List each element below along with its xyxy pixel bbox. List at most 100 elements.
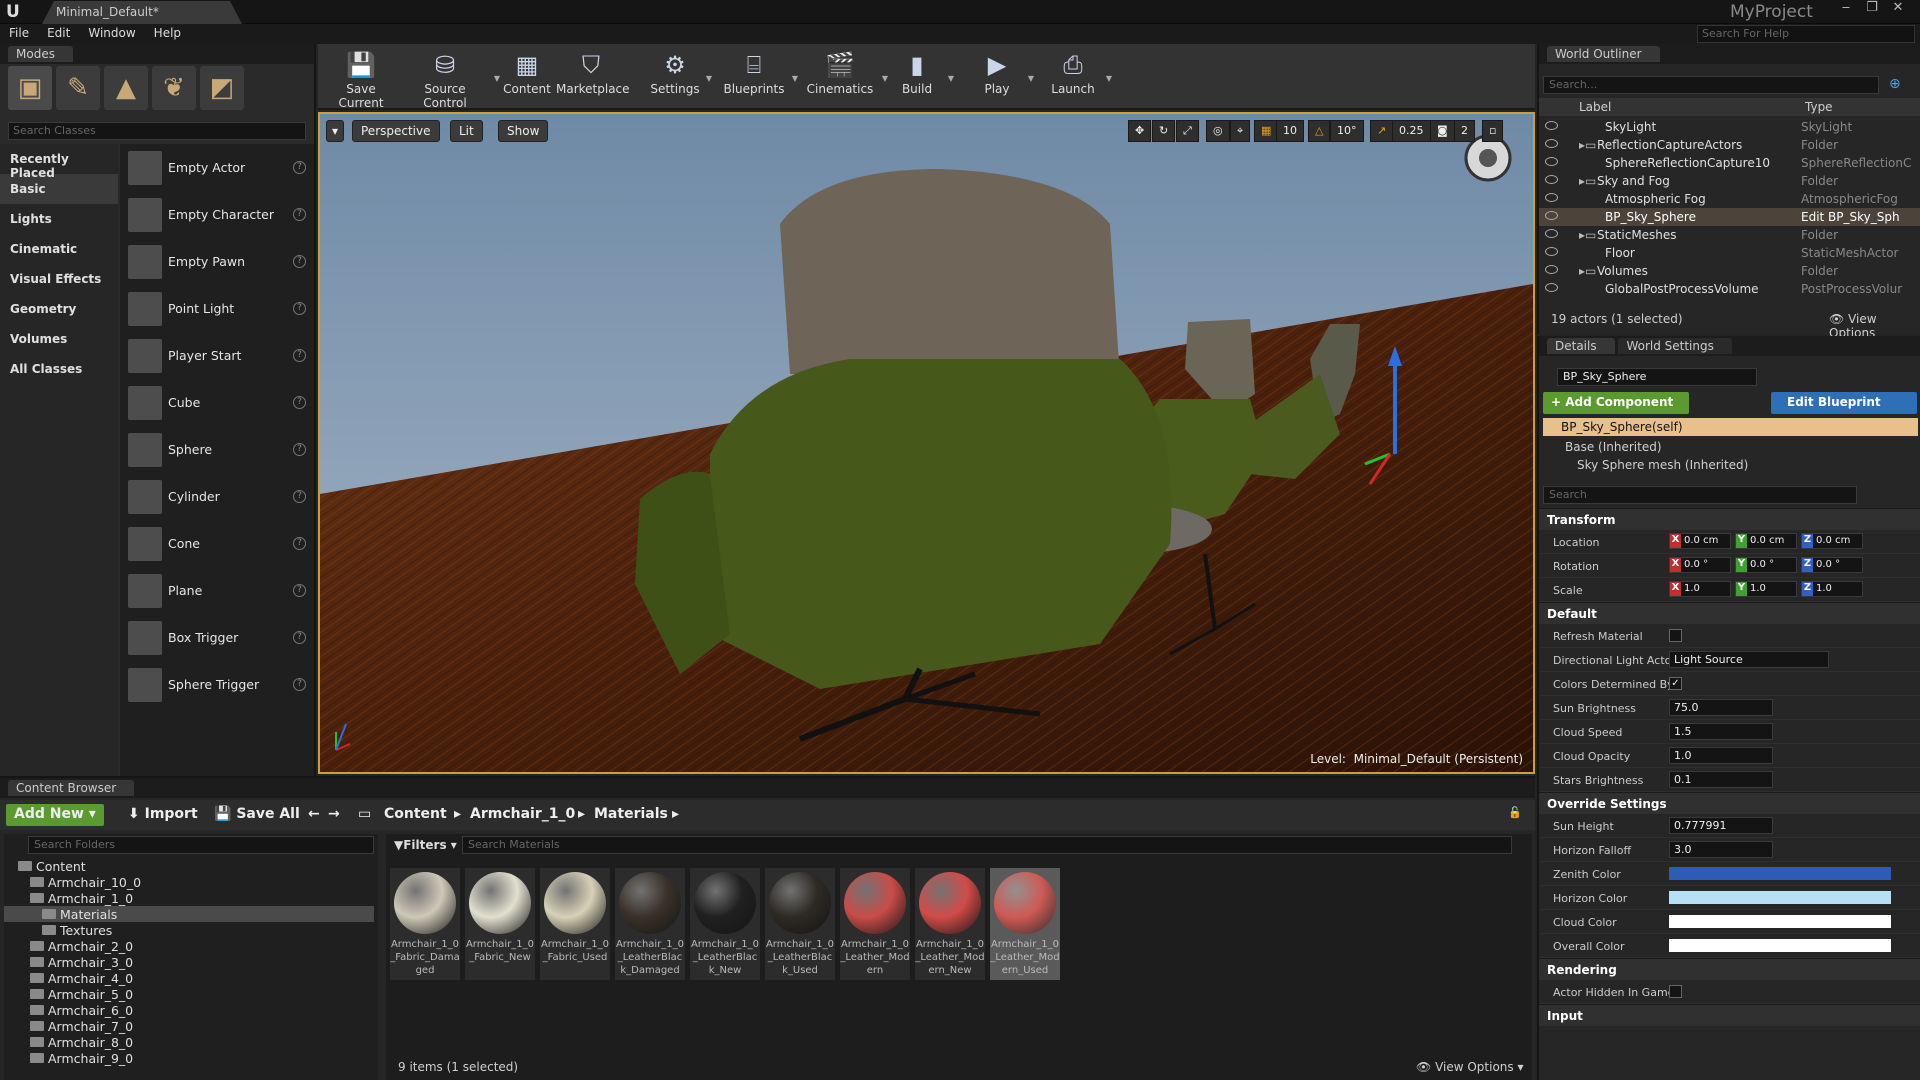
category-visual-effects[interactable]: Visual Effects — [0, 264, 118, 294]
scale-snap-value[interactable]: 0.25 — [1392, 120, 1431, 142]
column-type[interactable]: Type — [1805, 100, 1833, 114]
breadcrumb-content[interactable]: Content — [376, 804, 455, 826]
asset-tile[interactable]: Armchair_1_0_Leather_Modern — [840, 868, 910, 980]
stars-brightness-field[interactable]: 0.1 — [1669, 771, 1773, 788]
save-all-button[interactable]: 💾 Save All — [206, 804, 308, 826]
tab-details[interactable]: Details — [1547, 338, 1615, 354]
rotation-snap-icon[interactable]: △ — [1308, 120, 1331, 142]
launch-button[interactable]: ⎙ Launch ▼ — [1046, 48, 1112, 106]
folder-item[interactable]: Textures — [4, 922, 374, 938]
edit-blueprint-link[interactable]: Edit BP_Sky_Sph — [1801, 210, 1900, 224]
folder-item[interactable]: Armchair_6_0 — [4, 1002, 374, 1018]
surface-snap-icon[interactable]: ⌖ — [1230, 120, 1251, 142]
lit-button[interactable]: Lit — [450, 120, 483, 142]
cloud-color-swatch[interactable] — [1669, 915, 1891, 928]
category-lights[interactable]: Lights — [0, 204, 118, 234]
search-materials-input[interactable]: Search Materials — [462, 836, 1512, 854]
rotate-tool-icon[interactable]: ↻ — [1152, 120, 1176, 142]
cb-view-options-button[interactable]: 👁 View Options ▾ — [1416, 1060, 1524, 1074]
settings-button[interactable]: ⚙ Settings ▼ — [650, 48, 712, 106]
help-icon[interactable]: ? — [293, 302, 306, 315]
asset-tile[interactable]: Armchair_1_0_Fabric_Damaged — [390, 868, 460, 980]
list-item[interactable]: SphereReflectionCapture10 SphereReflectio… — [1539, 154, 1920, 172]
place-item-cube[interactable]: Cube? — [120, 379, 314, 426]
list-item[interactable]: ▸▭ Volumes Folder — [1539, 262, 1920, 280]
folder-item[interactable]: Armchair_2_0 — [4, 938, 374, 954]
breadcrumb-armchair[interactable]: Armchair_1_0 — [462, 804, 583, 826]
translate-tool-icon[interactable]: ✥ — [1128, 120, 1152, 142]
scale-tool-icon[interactable]: ⤢ — [1176, 120, 1199, 142]
section-transform[interactable]: Transform — [1539, 508, 1920, 530]
category-volumes[interactable]: Volumes — [0, 324, 118, 354]
list-item[interactable]: ▸▭ StaticMeshes Folder — [1539, 226, 1920, 244]
cloud-speed-field[interactable]: 1.5 — [1669, 723, 1773, 740]
maximize-icon[interactable]: ❐ — [1860, 1, 1884, 17]
rotation-x[interactable]: X 0.0 ° — [1669, 557, 1731, 573]
chevron-down-icon[interactable]: ▼ — [792, 74, 798, 83]
list-item-selected[interactable]: BP_Sky_Sphere Edit BP_Sky_Sph — [1539, 208, 1920, 226]
horizon-falloff-field[interactable]: 3.0 — [1669, 841, 1773, 858]
eye-icon[interactable] — [1545, 121, 1558, 130]
forward-arrow-icon[interactable]: → — [320, 804, 348, 826]
rotation-z[interactable]: Z 0.0 ° — [1801, 557, 1863, 573]
section-input[interactable]: Input — [1539, 1004, 1920, 1026]
play-button[interactable]: ▶ Play ▼ — [972, 48, 1034, 106]
asset-tile[interactable]: Armchair_1_0_LeatherBlack_New — [690, 868, 760, 980]
menu-help[interactable]: Help — [145, 24, 190, 42]
folder-item[interactable]: Armchair_9_0 — [4, 1050, 374, 1066]
viewport-options-button[interactable]: ▾ — [326, 120, 345, 142]
category-all-classes[interactable]: All Classes — [0, 354, 118, 384]
folder-item[interactable]: Armchair_7_0 — [4, 1018, 374, 1034]
tab-content-browser[interactable]: Content Browser — [8, 780, 135, 796]
tab-world-settings[interactable]: World Settings — [1618, 338, 1732, 354]
paint-mode-icon[interactable]: ✎ — [56, 66, 100, 110]
refresh-material-checkbox[interactable] — [1669, 629, 1682, 642]
section-rendering[interactable]: Rendering — [1539, 958, 1920, 980]
asset-tile[interactable]: Armchair_1_0_Fabric_New — [465, 868, 535, 980]
eye-icon[interactable] — [1545, 139, 1558, 148]
help-icon[interactable]: ? — [293, 396, 306, 409]
save-current-button[interactable]: 💾 Save Current — [324, 48, 398, 110]
scale-x[interactable]: X 1.0 — [1669, 581, 1731, 597]
sun-height-field[interactable]: 0.777991 — [1669, 817, 1773, 834]
asset-tile[interactable]: Armchair_1_0_Fabric_Used — [540, 868, 610, 980]
help-icon[interactable]: ? — [293, 208, 306, 221]
eye-icon[interactable] — [1545, 175, 1558, 184]
tab-modes[interactable]: Modes — [8, 46, 73, 62]
location-y[interactable]: Y 0.0 cm — [1735, 533, 1797, 549]
menu-edit[interactable]: Edit — [38, 24, 79, 42]
tab-world-outliner[interactable]: World Outliner — [1547, 46, 1660, 62]
breadcrumb-materials[interactable]: Materials — [586, 804, 676, 826]
search-folders-input[interactable]: Search Folders — [28, 836, 374, 854]
column-label[interactable]: Label — [1579, 100, 1611, 114]
unreal-logo-icon[interactable]: U — [6, 2, 26, 22]
eye-icon[interactable] — [1545, 247, 1558, 256]
list-item[interactable]: ▸▭ ReflectionCaptureActors Folder — [1539, 136, 1920, 154]
landscape-mode-icon[interactable]: ▲ — [104, 66, 148, 110]
cinematics-button[interactable]: 🎬 Cinematics ▼ — [804, 48, 888, 106]
place-item-cone[interactable]: Cone? — [120, 520, 314, 567]
place-item-sphere-trigger[interactable]: Sphere Trigger? — [120, 661, 314, 708]
sun-brightness-field[interactable]: 75.0 — [1669, 699, 1773, 716]
level-tab[interactable]: Minimal_Default* — [42, 1, 242, 24]
asset-tile-selected[interactable]: Armchair_1_0_Leather_Modern_Used — [990, 868, 1060, 980]
outliner-search-input[interactable]: Search... — [1543, 76, 1879, 94]
minimize-icon[interactable]: ‒ — [1834, 1, 1858, 17]
place-mode-icon[interactable]: ▣ — [8, 66, 52, 110]
eye-icon[interactable] — [1545, 265, 1558, 274]
list-item[interactable]: GlobalPostProcessVolume PostProcessVolur — [1539, 280, 1920, 298]
world-local-icon[interactable]: ◎ — [1206, 120, 1230, 142]
place-item-sphere[interactable]: Sphere? — [120, 426, 314, 473]
place-item-point-light[interactable]: Point Light? — [120, 285, 314, 332]
details-search-input[interactable]: Search — [1543, 486, 1857, 504]
rotation-snap-value[interactable]: 10° — [1330, 120, 1364, 142]
scale-y[interactable]: Y 1.0 — [1735, 581, 1797, 597]
actor-name-input[interactable]: BP_Sky_Sphere — [1557, 368, 1757, 386]
cloud-opacity-field[interactable]: 1.0 — [1669, 747, 1773, 764]
blueprints-button[interactable]: ⌸ Blueprints ▼ — [722, 48, 798, 106]
place-item-empty-actor[interactable]: Empty Actor? — [120, 144, 314, 191]
list-item[interactable]: Atmospheric Fog AtmosphericFog — [1539, 190, 1920, 208]
section-default[interactable]: Default — [1539, 602, 1920, 624]
folder-item[interactable]: Armchair_5_0 — [4, 986, 374, 1002]
zenith-color-swatch[interactable] — [1669, 867, 1891, 880]
